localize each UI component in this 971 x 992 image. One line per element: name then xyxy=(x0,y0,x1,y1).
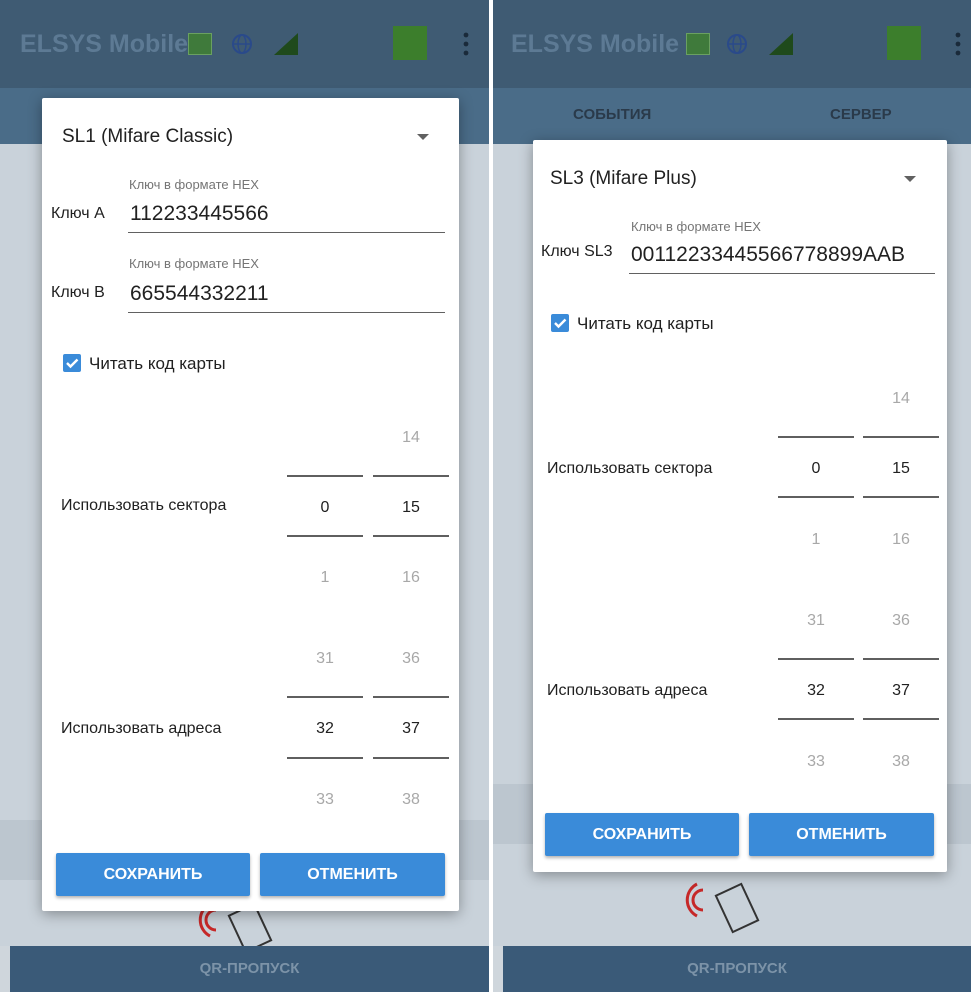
key-a-underline xyxy=(128,232,445,233)
app-bar: ELSYS Mobile xyxy=(493,0,971,88)
cancel-button[interactable]: ОТМЕНИТЬ xyxy=(749,813,934,856)
key-sl3-underline xyxy=(629,273,935,274)
read-code-label: Читать код карты xyxy=(577,314,714,333)
address-from-picker[interactable]: 32 xyxy=(287,720,363,738)
more-vert-icon[interactable] xyxy=(463,32,469,56)
address-to-picker[interactable]: 37 xyxy=(863,682,939,700)
key-a-value: 112233445566 xyxy=(130,202,269,225)
emergency-exit-icon[interactable] xyxy=(393,26,427,60)
address-from-line-top xyxy=(287,696,363,698)
card-reader-icon[interactable] xyxy=(686,33,710,55)
app-title: ELSYS Mobile xyxy=(511,30,680,58)
sector-from-next[interactable]: 1 xyxy=(287,569,363,587)
key-b-underline xyxy=(128,312,445,313)
read-code-checkbox[interactable] xyxy=(551,314,569,332)
qr-pass-button[interactable]: QR-ПРОПУСК xyxy=(10,946,489,992)
card-reader-icon[interactable] xyxy=(188,33,212,55)
sector-from-line-bottom xyxy=(287,535,363,537)
address-from-next[interactable]: 33 xyxy=(778,753,854,771)
address-to-next[interactable]: 38 xyxy=(373,791,449,809)
key-b-input[interactable]: 665544332211 xyxy=(128,278,445,314)
address-from-next[interactable]: 33 xyxy=(287,791,363,809)
sector-from-line-bottom xyxy=(778,496,854,498)
sector-from-line-top xyxy=(778,436,854,438)
addresses-label: Использовать адреса xyxy=(547,682,708,699)
address-to-picker[interactable]: 37 xyxy=(373,720,449,738)
tab-server[interactable]: СЕРВЕР xyxy=(830,106,892,123)
address-from-line-bottom xyxy=(287,757,363,759)
address-to-next[interactable]: 38 xyxy=(863,753,939,771)
address-from-prev[interactable]: 31 xyxy=(778,612,854,630)
sector-from-line-top xyxy=(287,475,363,477)
signal-icon xyxy=(769,33,793,55)
sector-from-picker[interactable]: 0 xyxy=(287,499,363,517)
address-from-line-top xyxy=(778,658,854,660)
key-sl3-hint: Ключ в формате HEX xyxy=(631,219,761,234)
card-settings-dialog: SL3 (Mifare Plus) Ключ в формате HEX Клю… xyxy=(533,140,947,872)
app-bar: ELSYS Mobile xyxy=(0,0,489,88)
nfc-card-icon xyxy=(685,882,760,934)
sector-to-line-top xyxy=(863,436,939,438)
key-b-label: Ключ В xyxy=(51,284,105,301)
key-a-label: Ключ А xyxy=(51,205,105,222)
save-button[interactable]: СОХРАНИТЬ xyxy=(545,813,739,856)
phone-screen-right: ELSYS Mobile СОБЫТИЯ СЕРВЕР QR-ПРОПУСК S… xyxy=(493,0,971,992)
card-settings-dialog: SL1 (Mifare Classic) Ключ в формате HEX … xyxy=(42,98,459,911)
card-type-value: SL1 (Mifare Classic) xyxy=(62,126,234,147)
sectors-label: Использовать сектора xyxy=(547,460,713,477)
signal-icon xyxy=(274,33,298,55)
address-to-line-top xyxy=(863,658,939,660)
qr-pass-label: QR-ПРОПУСК xyxy=(687,960,787,977)
qr-pass-label: QR-ПРОПУСК xyxy=(199,960,300,977)
addresses-label: Использовать адреса xyxy=(61,720,222,737)
card-type-dropdown[interactable]: SL1 (Mifare Classic) xyxy=(62,120,442,156)
address-to-line-bottom xyxy=(863,718,939,720)
address-from-prev[interactable]: 31 xyxy=(287,650,363,668)
sector-to-line-bottom xyxy=(373,535,449,537)
sector-to-picker[interactable]: 15 xyxy=(373,499,449,517)
sector-to-next[interactable]: 16 xyxy=(373,569,449,587)
address-from-line-bottom xyxy=(778,718,854,720)
sector-to-prev[interactable]: 14 xyxy=(863,390,939,408)
card-type-dropdown[interactable]: SL3 (Mifare Plus) xyxy=(550,162,930,198)
sector-to-prev[interactable]: 14 xyxy=(373,429,449,447)
globe-icon[interactable] xyxy=(726,33,748,55)
save-button[interactable]: СОХРАНИТЬ xyxy=(56,853,250,896)
sectors-label: Использовать сектора xyxy=(61,497,227,514)
key-a-input[interactable]: 112233445566 xyxy=(128,198,445,234)
cancel-button[interactable]: ОТМЕНИТЬ xyxy=(260,853,445,896)
address-to-line-top xyxy=(373,696,449,698)
address-from-picker[interactable]: 32 xyxy=(778,682,854,700)
address-to-prev[interactable]: 36 xyxy=(373,650,449,668)
qr-pass-button[interactable]: QR-ПРОПУСК xyxy=(503,946,971,992)
phone-screen-left: ELSYS Mobile QR-ПРОПУСК SL1 (Mifare Clas… xyxy=(0,0,489,992)
address-to-line-bottom xyxy=(373,757,449,759)
read-code-checkbox[interactable] xyxy=(63,354,81,372)
globe-icon[interactable] xyxy=(231,33,253,55)
key-b-hint: Ключ в формате HEX xyxy=(129,256,259,271)
key-sl3-value: 00112233445566778899AAB xyxy=(631,243,906,266)
chevron-down-icon xyxy=(904,176,916,182)
card-type-value: SL3 (Mifare Plus) xyxy=(550,168,697,189)
key-sl3-input[interactable]: 00112233445566778899AAB xyxy=(629,239,935,275)
address-to-prev[interactable]: 36 xyxy=(863,612,939,630)
read-code-label: Читать код карты xyxy=(89,354,226,373)
emergency-exit-icon[interactable] xyxy=(887,26,921,60)
sector-to-picker[interactable]: 15 xyxy=(863,460,939,478)
sector-from-next[interactable]: 1 xyxy=(778,531,854,549)
key-a-hint: Ключ в формате HEX xyxy=(129,177,259,192)
sector-to-line-bottom xyxy=(863,496,939,498)
sector-to-line-top xyxy=(373,475,449,477)
key-b-value: 665544332211 xyxy=(130,282,269,305)
app-title: ELSYS Mobile xyxy=(20,30,189,58)
key-sl3-label: Ключ SL3 xyxy=(541,243,613,260)
tab-events[interactable]: СОБЫТИЯ xyxy=(573,106,651,123)
sector-to-next[interactable]: 16 xyxy=(863,531,939,549)
chevron-down-icon xyxy=(417,134,429,140)
more-vert-icon[interactable] xyxy=(955,32,961,56)
sector-from-picker[interactable]: 0 xyxy=(778,460,854,478)
tab-bar: СОБЫТИЯ СЕРВЕР xyxy=(493,88,971,144)
